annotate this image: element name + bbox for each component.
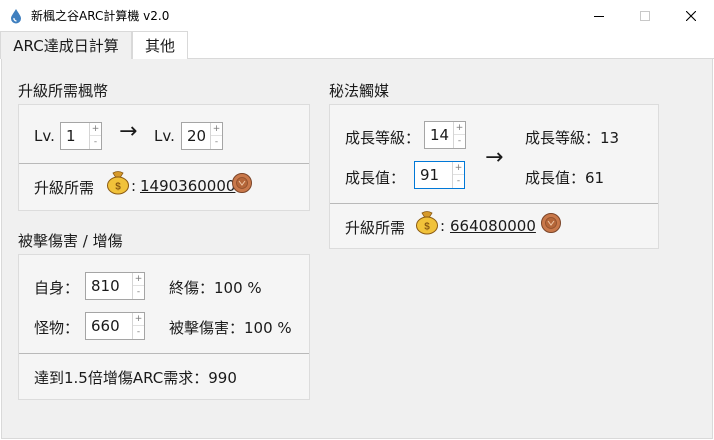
catalyst-growth-spin-buttons: + - <box>452 162 464 188</box>
catalyst-growth-stepper[interactable]: 91 + - <box>414 161 465 189</box>
final-damage-text: 終傷：100 % <box>169 279 262 297</box>
self-spin-buttons: + - <box>132 273 144 299</box>
arrow-icon: → <box>485 145 504 170</box>
upgrade-cost-title: 升級所需楓幣 <box>18 82 109 100</box>
lv-to-spin-buttons: + - <box>210 123 222 149</box>
divider <box>19 353 309 354</box>
lv-from-spin-buttons: + - <box>89 123 101 149</box>
upgrade-cost-value[interactable]: 1490360000 <box>140 177 235 195</box>
catalyst-level-spin-buttons: + - <box>453 122 465 148</box>
divider <box>19 163 309 164</box>
self-value: 810 <box>91 277 120 295</box>
money-bag-icon: $ <box>416 211 438 235</box>
arc-requirement-text: 達到1.5倍增傷ARC需求：990 <box>34 369 237 387</box>
close-button[interactable] <box>668 0 714 31</box>
monster-label: 怪物： <box>34 319 80 337</box>
catalyst-cost-colon: : <box>440 217 446 235</box>
money-bag-icon: $ <box>107 171 129 195</box>
monster-stepper[interactable]: 660 + - <box>85 312 145 340</box>
lv-to-decrement-button[interactable]: - <box>211 136 222 149</box>
lv-to-label: Lv. <box>154 127 175 145</box>
self-label: 自身： <box>34 279 80 297</box>
maximize-icon <box>640 10 650 21</box>
title-bar: 新楓之谷ARC計算機 v2.0 <box>0 0 714 31</box>
upgrade-cost-colon: : <box>131 177 137 195</box>
lv-to-value: 20 <box>187 127 207 145</box>
divider <box>330 203 658 204</box>
drop-icon <box>11 9 21 24</box>
taken-damage-text: 被擊傷害：100 % <box>169 319 292 337</box>
tab-other[interactable]: 其他 <box>132 31 188 60</box>
lv-from-decrement-button[interactable]: - <box>90 136 101 149</box>
catalyst-level-increment-button[interactable]: + <box>454 122 465 135</box>
upgrade-cost-label: 升級所需 <box>34 179 95 197</box>
lv-to-increment-button[interactable]: + <box>211 123 222 136</box>
catalyst-cost-label: 升級所需 <box>345 219 406 237</box>
tab-strip: ARC達成日計算 其他 <box>0 31 714 60</box>
catalyst-title: 秘法觸媒 <box>329 82 390 100</box>
catalyst-level-label: 成長等級： <box>345 129 421 147</box>
svg-text:$: $ <box>115 182 121 193</box>
lv-label: Lv. <box>34 127 55 145</box>
coin-icon <box>541 213 561 233</box>
window-title: 新楓之谷ARC計算機 v2.0 <box>31 9 170 23</box>
catalyst-growth-decrement-button[interactable]: - <box>453 175 464 188</box>
damage-panel: 自身： 810 + - 終傷：100 % 怪物： 660 + - 被擊傷害：10… <box>18 254 310 400</box>
minimize-button[interactable] <box>576 0 622 31</box>
svg-text:$: $ <box>424 222 430 233</box>
monster-increment-button[interactable]: + <box>133 313 144 326</box>
catalyst-level-decrement-button[interactable]: - <box>454 135 465 148</box>
catalyst-level-stepper[interactable]: 14 + - <box>424 121 466 149</box>
lv-from-stepper[interactable]: 1 + - <box>60 122 102 150</box>
lv-from-value: 1 <box>66 127 76 145</box>
catalyst-growth-increment-button[interactable]: + <box>453 162 464 175</box>
close-icon <box>686 10 696 21</box>
tab-content-other: 升級所需楓幣 Lv. 1 + - → Lv. 20 + - 升級所需 $ : 1… <box>1 59 713 439</box>
lv-from-increment-button[interactable]: + <box>90 123 101 136</box>
self-increment-button[interactable]: + <box>133 273 144 286</box>
catalyst-growth-value: 91 <box>420 166 440 184</box>
upgrade-cost-panel: Lv. 1 + - → Lv. 20 + - 升級所需 $ : 14903600… <box>18 104 310 211</box>
tab-arc-date[interactable]: ARC達成日計算 <box>0 31 132 59</box>
self-decrement-button[interactable]: - <box>133 286 144 299</box>
minimize-icon <box>594 15 604 17</box>
lv-to-stepper[interactable]: 20 + - <box>181 122 223 150</box>
catalyst-panel: 成長等級： 14 + - 成長值： 91 + - → 成長等級：13 成長值：6… <box>329 104 659 249</box>
monster-decrement-button[interactable]: - <box>133 326 144 339</box>
catalyst-level-value: 14 <box>430 126 450 144</box>
maximize-button[interactable] <box>622 0 668 31</box>
damage-title: 被擊傷害 / 增傷 <box>18 232 123 250</box>
arrow-icon: → <box>119 119 138 144</box>
catalyst-result-growth: 成長值：61 <box>525 169 605 187</box>
coin-icon <box>232 173 252 193</box>
catalyst-cost-value[interactable]: 664080000 <box>450 217 536 235</box>
catalyst-growth-label: 成長值： <box>345 169 406 187</box>
self-stepper[interactable]: 810 + - <box>85 272 145 300</box>
monster-spin-buttons: + - <box>132 313 144 339</box>
catalyst-result-level: 成長等級：13 <box>525 129 620 147</box>
monster-value: 660 <box>91 317 120 335</box>
